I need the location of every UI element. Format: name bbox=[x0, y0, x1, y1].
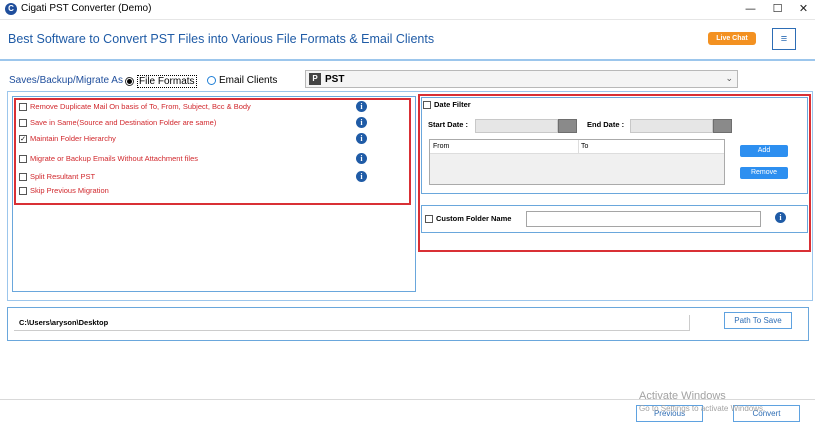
radio-unselected-icon bbox=[207, 76, 216, 85]
custom-folder-input[interactable] bbox=[526, 211, 761, 227]
live-chat-button[interactable]: Live Chat bbox=[708, 32, 756, 45]
banner-title: Best Software to Convert PST Files into … bbox=[8, 32, 435, 46]
option-label: Save in Same(Source and Destination Fold… bbox=[30, 118, 217, 127]
option-label: Split Resultant PST bbox=[30, 172, 96, 181]
start-date-label: Start Date : bbox=[428, 120, 469, 129]
option-label: Skip Previous Migration bbox=[30, 186, 109, 195]
checkbox[interactable] bbox=[19, 154, 27, 163]
calendar-icon[interactable] bbox=[713, 119, 732, 133]
start-date-input[interactable] bbox=[475, 119, 558, 133]
save-as-label: Saves/Backup/Migrate As bbox=[9, 75, 123, 86]
end-date-label: End Date : bbox=[587, 120, 625, 129]
date-filter-toggle[interactable]: Date Filter bbox=[423, 100, 471, 109]
end-date-input[interactable] bbox=[630, 119, 713, 133]
chevron-down-icon: ⌄ bbox=[725, 73, 733, 83]
radio-email-clients-label: Email Clients bbox=[219, 75, 278, 86]
calendar-icon[interactable] bbox=[558, 119, 577, 133]
option-split-pst[interactable]: Split Resultant PST bbox=[19, 172, 95, 181]
date-range-list[interactable]: From To bbox=[429, 139, 725, 185]
window-title: Cigati PST Converter (Demo) bbox=[21, 3, 152, 14]
app-window: C Cigati PST Converter (Demo) — ☐ ✕ Best… bbox=[0, 0, 815, 437]
minimize-button[interactable]: — bbox=[737, 0, 764, 19]
checkbox[interactable] bbox=[423, 100, 431, 109]
add-button[interactable]: Add bbox=[740, 145, 788, 157]
column-divider bbox=[578, 140, 579, 154]
column-to: To bbox=[581, 143, 589, 150]
pst-file-icon: P bbox=[309, 73, 321, 85]
checkbox[interactable] bbox=[19, 102, 27, 111]
checkbox[interactable] bbox=[19, 118, 27, 127]
info-icon[interactable]: i bbox=[775, 212, 786, 223]
option-label: Remove Duplicate Mail On basis of To, Fr… bbox=[30, 102, 251, 111]
option-remove-duplicate[interactable]: Remove Duplicate Mail On basis of To, Fr… bbox=[19, 102, 251, 111]
checkbox-checked[interactable]: ✓ bbox=[19, 134, 27, 143]
radio-file-formats[interactable]: File Formats bbox=[125, 75, 197, 88]
close-button[interactable]: ✕ bbox=[790, 0, 815, 19]
custom-folder-toggle[interactable]: Custom Folder Name bbox=[425, 214, 511, 223]
date-filter-label: Date Filter bbox=[434, 100, 471, 109]
info-icon[interactable]: i bbox=[356, 133, 367, 144]
option-without-attachment[interactable]: Migrate or Backup Emails Without Attachm… bbox=[19, 154, 198, 163]
option-maintain-hierarchy[interactable]: ✓ Maintain Folder Hierarchy bbox=[19, 134, 116, 143]
info-icon[interactable]: i bbox=[356, 171, 367, 182]
maximize-button[interactable]: ☐ bbox=[764, 0, 791, 19]
checkbox[interactable] bbox=[19, 186, 27, 195]
activation-watermark-subtitle: Go to Settings to activate Windows. bbox=[639, 404, 766, 413]
column-from: From bbox=[433, 143, 450, 150]
custom-folder-label: Custom Folder Name bbox=[436, 214, 512, 223]
radio-email-clients[interactable]: Email Clients bbox=[207, 75, 277, 86]
format-dropdown[interactable]: P PST ⌄ bbox=[305, 70, 738, 88]
option-label: Maintain Folder Hierarchy bbox=[30, 134, 116, 143]
header-banner: Best Software to Convert PST Files into … bbox=[0, 19, 815, 61]
info-icon[interactable]: i bbox=[356, 117, 367, 128]
radio-file-formats-label: File Formats bbox=[137, 75, 197, 88]
menu-icon[interactable]: ≡ bbox=[772, 28, 796, 50]
info-icon[interactable]: i bbox=[356, 101, 367, 112]
format-selected-value: PST bbox=[325, 73, 345, 85]
radio-selected-icon bbox=[125, 77, 134, 86]
title-bar: C Cigati PST Converter (Demo) — ☐ ✕ bbox=[0, 0, 815, 19]
path-to-save-button[interactable]: Path To Save bbox=[724, 312, 792, 329]
info-icon[interactable]: i bbox=[356, 153, 367, 164]
option-label: Migrate or Backup Emails Without Attachm… bbox=[30, 154, 198, 163]
checkbox[interactable] bbox=[425, 214, 433, 223]
remove-button[interactable]: Remove bbox=[740, 167, 788, 179]
save-path-field[interactable]: C:\Users\aryson\Desktop bbox=[14, 315, 690, 331]
activation-watermark-title: Activate Windows bbox=[639, 390, 726, 402]
app-logo-icon: C bbox=[5, 3, 17, 15]
option-save-in-same[interactable]: Save in Same(Source and Destination Fold… bbox=[19, 118, 216, 127]
date-range-header: From To bbox=[430, 140, 724, 154]
option-skip-previous[interactable]: Skip Previous Migration bbox=[19, 186, 109, 195]
checkbox[interactable] bbox=[19, 172, 27, 181]
